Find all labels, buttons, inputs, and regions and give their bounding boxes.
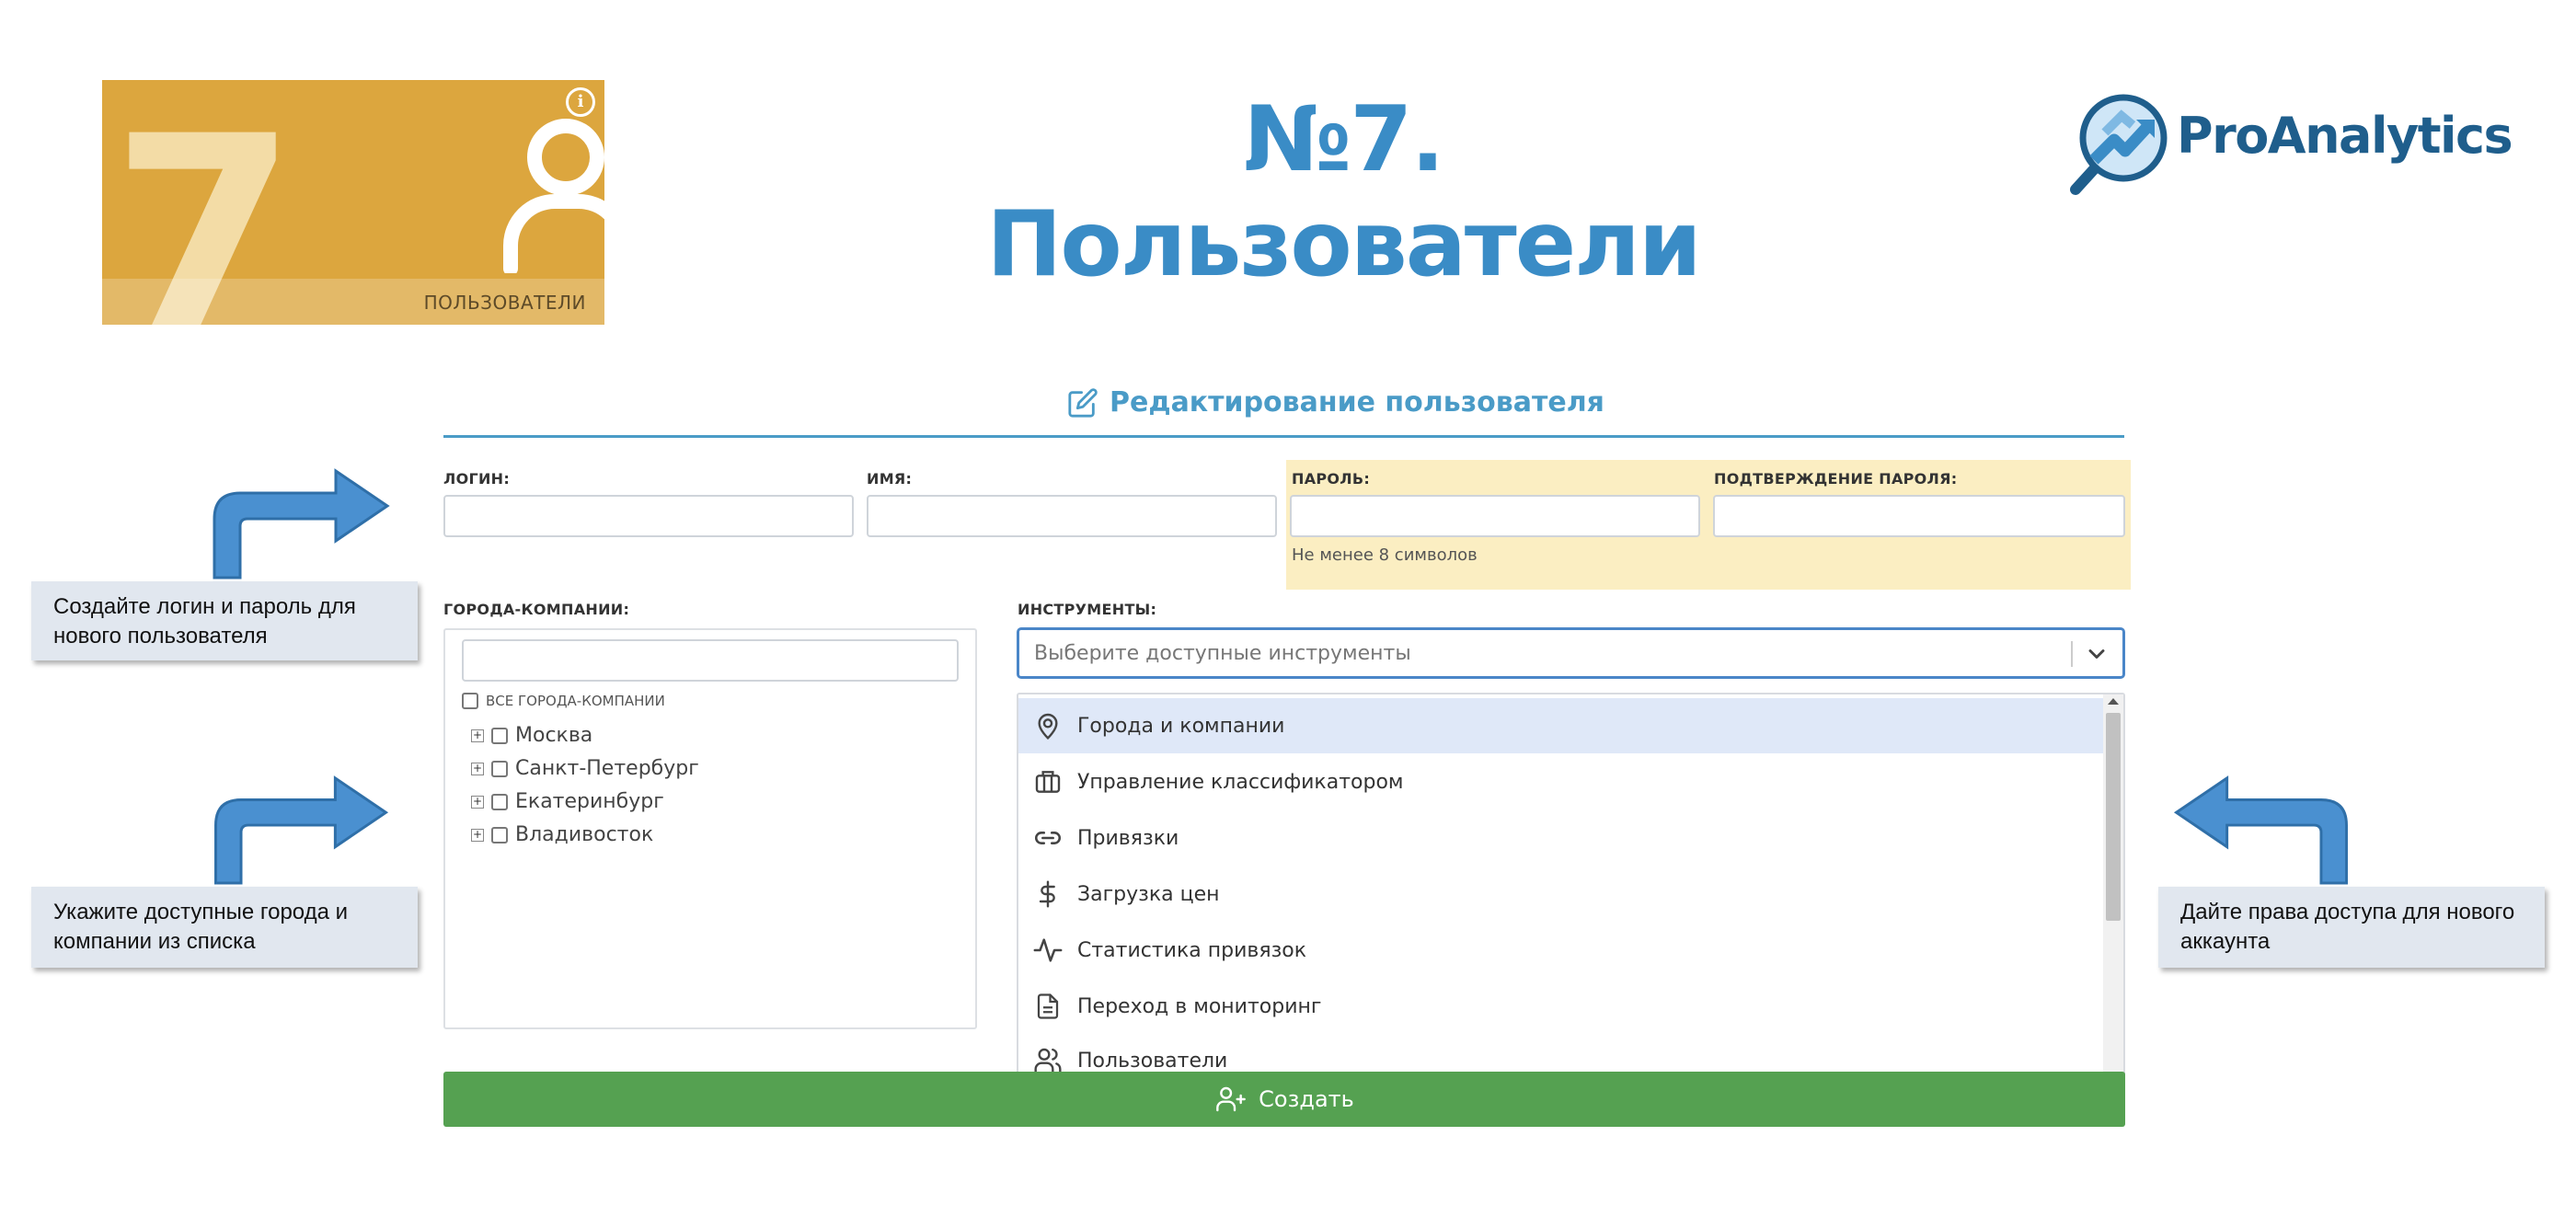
tools-select[interactable]: Выберите доступные инструменты bbox=[1017, 627, 2125, 679]
city-checkbox[interactable] bbox=[491, 826, 508, 844]
scrollbar-thumb[interactable] bbox=[2106, 713, 2121, 921]
tool-option-links[interactable]: Привязки bbox=[1018, 810, 2104, 866]
document-icon bbox=[1031, 990, 1064, 1023]
brand-logo: ProAnalytics bbox=[2068, 92, 2513, 198]
create-button-label: Создать bbox=[1259, 1086, 1354, 1112]
login-input[interactable] bbox=[443, 495, 854, 537]
tool-option-label: Пользователи bbox=[1077, 1049, 1228, 1073]
login-label: ЛОГИН: bbox=[443, 470, 511, 488]
dollar-icon bbox=[1031, 878, 1064, 911]
tool-option-label: Статистика привязок bbox=[1077, 938, 1307, 962]
tool-option-label: Привязки bbox=[1077, 826, 1179, 850]
cities-label: ГОРОДА-КОМПАНИИ: bbox=[443, 601, 630, 618]
tool-option-label: Города и компании bbox=[1077, 714, 1285, 738]
tool-option-label: Загрузка цен bbox=[1077, 882, 1220, 906]
city-item[interactable]: + Владивосток bbox=[471, 823, 653, 846]
city-label: Москва bbox=[515, 724, 593, 747]
password-input[interactable] bbox=[1290, 495, 1700, 537]
briefcase-icon bbox=[1031, 765, 1064, 798]
form-title-divider bbox=[443, 435, 2124, 438]
name-input[interactable] bbox=[867, 495, 1277, 537]
tools-label: ИНСТРУМЕНТЫ: bbox=[1018, 601, 1157, 618]
tool-option-price-upload[interactable]: Загрузка цен bbox=[1018, 866, 2104, 922]
city-item[interactable]: + Москва bbox=[471, 724, 592, 747]
password-hint: Не менее 8 символов bbox=[1292, 545, 1478, 565]
callout-tools: Дайте права доступа для нового аккаунта bbox=[2158, 887, 2545, 968]
password-confirm-input[interactable] bbox=[1713, 495, 2125, 537]
city-checkbox[interactable] bbox=[491, 727, 508, 744]
tool-option-link-stats[interactable]: Статистика привязок bbox=[1018, 923, 2104, 978]
city-item[interactable]: + Екатеринбург bbox=[471, 790, 664, 813]
scroll-up-icon[interactable] bbox=[2108, 698, 2119, 705]
info-icon[interactable]: i bbox=[566, 87, 595, 117]
chevron-down-icon[interactable] bbox=[2084, 641, 2110, 667]
city-label: Екатеринбург bbox=[515, 790, 664, 813]
link-icon bbox=[1031, 821, 1064, 855]
city-label: Санкт-Петербург bbox=[515, 757, 699, 780]
tile-label: ПОЛЬЗОВАТЕЛИ bbox=[423, 292, 586, 314]
brand-name: ProAnalytics bbox=[2177, 107, 2513, 165]
all-cities-label: ВСЕ ГОРОДА-КОМПАНИИ bbox=[486, 693, 665, 709]
form-title: Редактирование пользователя bbox=[1067, 386, 1604, 419]
cities-search-input[interactable] bbox=[462, 639, 959, 682]
activity-icon bbox=[1031, 934, 1064, 967]
arrow-right-icon bbox=[214, 775, 389, 885]
expand-icon[interactable]: + bbox=[471, 762, 484, 775]
arrow-left-icon bbox=[2173, 775, 2348, 885]
users-icon bbox=[503, 119, 604, 273]
tool-option-label: Переход в мониторинг bbox=[1077, 994, 1322, 1018]
expand-icon[interactable]: + bbox=[471, 729, 484, 742]
city-item[interactable]: + Санкт-Петербург bbox=[471, 757, 699, 780]
magnifier-chart-icon bbox=[2070, 94, 2168, 195]
expand-icon[interactable]: + bbox=[471, 828, 484, 842]
add-user-icon bbox=[1216, 1086, 1247, 1112]
tool-option-cities[interactable]: Города и компании bbox=[1018, 698, 2104, 753]
expand-icon[interactable]: + bbox=[471, 795, 484, 809]
edit-icon bbox=[1068, 387, 1098, 418]
select-separator bbox=[2071, 641, 2073, 667]
dropdown-scrollbar[interactable] bbox=[2103, 694, 2123, 1088]
location-pin-icon bbox=[1031, 709, 1064, 742]
tool-option-classifier[interactable]: Управление классификатором bbox=[1018, 754, 2104, 809]
cities-tree-panel: ВСЕ ГОРОДА-КОМПАНИИ + Москва + Санкт-Пет… bbox=[443, 628, 977, 1029]
all-cities-option[interactable]: ВСЕ ГОРОДА-КОМПАНИИ bbox=[462, 693, 665, 709]
callout-login: Создайте логин и пароль для нового польз… bbox=[31, 581, 418, 660]
form-title-text: Редактирование пользователя bbox=[1110, 386, 1604, 419]
arrow-right-icon bbox=[213, 468, 390, 580]
password-label: ПАРОЛЬ: bbox=[1292, 470, 1371, 488]
slide-title: №7. Пользователи bbox=[986, 87, 1701, 297]
name-label: ИМЯ: bbox=[867, 470, 913, 488]
city-checkbox[interactable] bbox=[491, 793, 508, 810]
tools-placeholder: Выберите доступные инструменты bbox=[1034, 642, 1411, 665]
tool-option-label: Управление классификатором bbox=[1077, 770, 1404, 794]
create-user-button[interactable]: Создать bbox=[443, 1072, 2125, 1127]
all-cities-checkbox[interactable] bbox=[462, 693, 478, 709]
users-module-tile: 7 ПОЛЬЗОВАТЕЛИ i bbox=[102, 80, 604, 325]
city-checkbox[interactable] bbox=[491, 760, 508, 777]
password-confirm-label: ПОДТВЕРЖДЕНИЕ ПАРОЛЯ: bbox=[1714, 470, 1958, 488]
callout-cities: Укажите доступные города и компании из с… bbox=[31, 887, 418, 968]
tools-dropdown-list: Города и компании Управление классификат… bbox=[1017, 693, 2125, 1090]
tool-option-monitoring[interactable]: Переход в мониторинг bbox=[1018, 979, 2104, 1034]
city-label: Владивосток bbox=[515, 823, 654, 846]
